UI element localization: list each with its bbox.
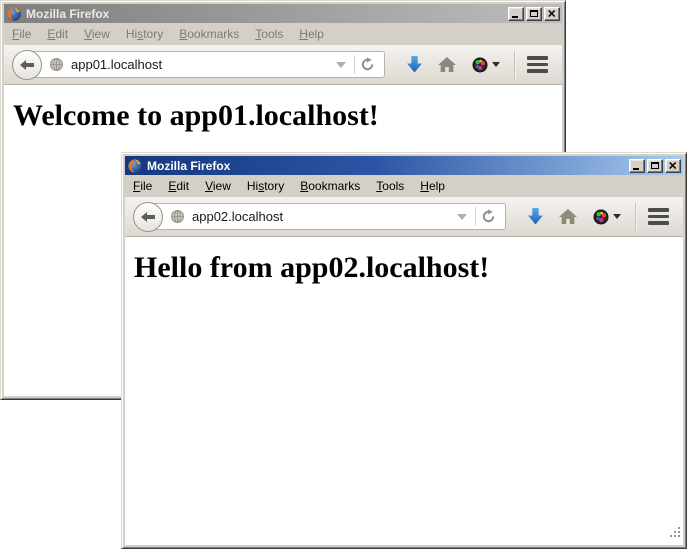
toolbar-separator xyxy=(635,203,636,231)
menu-file[interactable]: File xyxy=(5,25,38,43)
back-arrow-icon xyxy=(19,59,35,71)
close-icon xyxy=(669,162,677,169)
addon-dropdown-caret xyxy=(492,62,500,67)
window-title: Mozilla Firefox xyxy=(26,7,508,21)
menu-file[interactable]: File xyxy=(126,177,159,195)
back-button[interactable] xyxy=(12,50,42,80)
home-icon[interactable] xyxy=(559,209,577,224)
menu-help[interactable]: Help xyxy=(292,25,331,43)
menu-bar: File Edit View History Bookmarks Tools H… xyxy=(125,175,683,197)
url-dropdown-icon[interactable] xyxy=(457,214,467,220)
addon-dropdown-caret xyxy=(613,214,621,219)
reload-icon[interactable] xyxy=(476,209,501,224)
site-identity-globe-icon[interactable] xyxy=(170,209,185,224)
menu-view[interactable]: View xyxy=(77,25,117,43)
maximize-icon xyxy=(530,10,538,17)
page-viewport: Hello from app02.localhost! xyxy=(125,237,683,545)
menu-edit[interactable]: Edit xyxy=(161,177,196,195)
url-bar[interactable]: app01.localhost xyxy=(28,51,385,78)
toolbar-separator xyxy=(514,51,515,79)
minimize-button[interactable] xyxy=(508,7,524,21)
menu-view[interactable]: View xyxy=(198,177,238,195)
addon-color-wheel-icon[interactable] xyxy=(472,57,500,73)
maximize-icon xyxy=(651,162,659,169)
minimize-icon xyxy=(633,168,639,170)
addon-color-wheel-icon[interactable] xyxy=(593,209,621,225)
page-heading: Hello from app02.localhost! xyxy=(134,251,683,285)
menu-bar: File Edit View History Bookmarks Tools H… xyxy=(4,23,562,45)
reload-icon[interactable] xyxy=(355,57,380,72)
minimize-icon xyxy=(512,16,518,18)
navigation-toolbar: app01.localhost xyxy=(4,45,562,85)
menu-bookmarks[interactable]: Bookmarks xyxy=(172,25,246,43)
menu-bookmarks[interactable]: Bookmarks xyxy=(293,177,367,195)
navigation-toolbar: app02.localhost xyxy=(125,197,683,237)
window-title: Mozilla Firefox xyxy=(147,159,629,173)
menu-history[interactable]: History xyxy=(240,177,291,195)
maximize-button[interactable] xyxy=(647,159,663,173)
app-menu-button[interactable] xyxy=(644,206,673,227)
app-menu-button[interactable] xyxy=(523,54,552,75)
close-button[interactable] xyxy=(544,7,560,21)
titlebar[interactable]: Mozilla Firefox xyxy=(4,4,562,23)
downloads-icon[interactable] xyxy=(407,56,422,73)
back-button[interactable] xyxy=(133,202,163,232)
downloads-icon[interactable] xyxy=(528,208,543,225)
resize-grip[interactable] xyxy=(669,526,682,544)
close-icon xyxy=(548,10,556,17)
titlebar[interactable]: Mozilla Firefox xyxy=(125,156,683,175)
minimize-button[interactable] xyxy=(629,159,645,173)
url-dropdown-icon[interactable] xyxy=(336,62,346,68)
url-text[interactable]: app01.localhost xyxy=(71,57,332,72)
url-bar[interactable]: app02.localhost xyxy=(149,203,506,230)
menu-history[interactable]: History xyxy=(119,25,170,43)
firefox-window-app02: Mozilla Firefox File Edit View History B… xyxy=(121,152,687,549)
close-button[interactable] xyxy=(665,159,681,173)
firefox-icon[interactable] xyxy=(127,158,143,174)
menu-help[interactable]: Help xyxy=(413,177,452,195)
menu-tools[interactable]: Tools xyxy=(248,25,290,43)
page-heading: Welcome to app01.localhost! xyxy=(13,99,562,133)
menu-tools[interactable]: Tools xyxy=(369,177,411,195)
maximize-button[interactable] xyxy=(526,7,542,21)
back-arrow-icon xyxy=(140,211,156,223)
home-icon[interactable] xyxy=(438,57,456,72)
firefox-icon[interactable] xyxy=(6,6,22,22)
menu-edit[interactable]: Edit xyxy=(40,25,75,43)
site-identity-globe-icon[interactable] xyxy=(49,57,64,72)
url-text[interactable]: app02.localhost xyxy=(192,209,453,224)
